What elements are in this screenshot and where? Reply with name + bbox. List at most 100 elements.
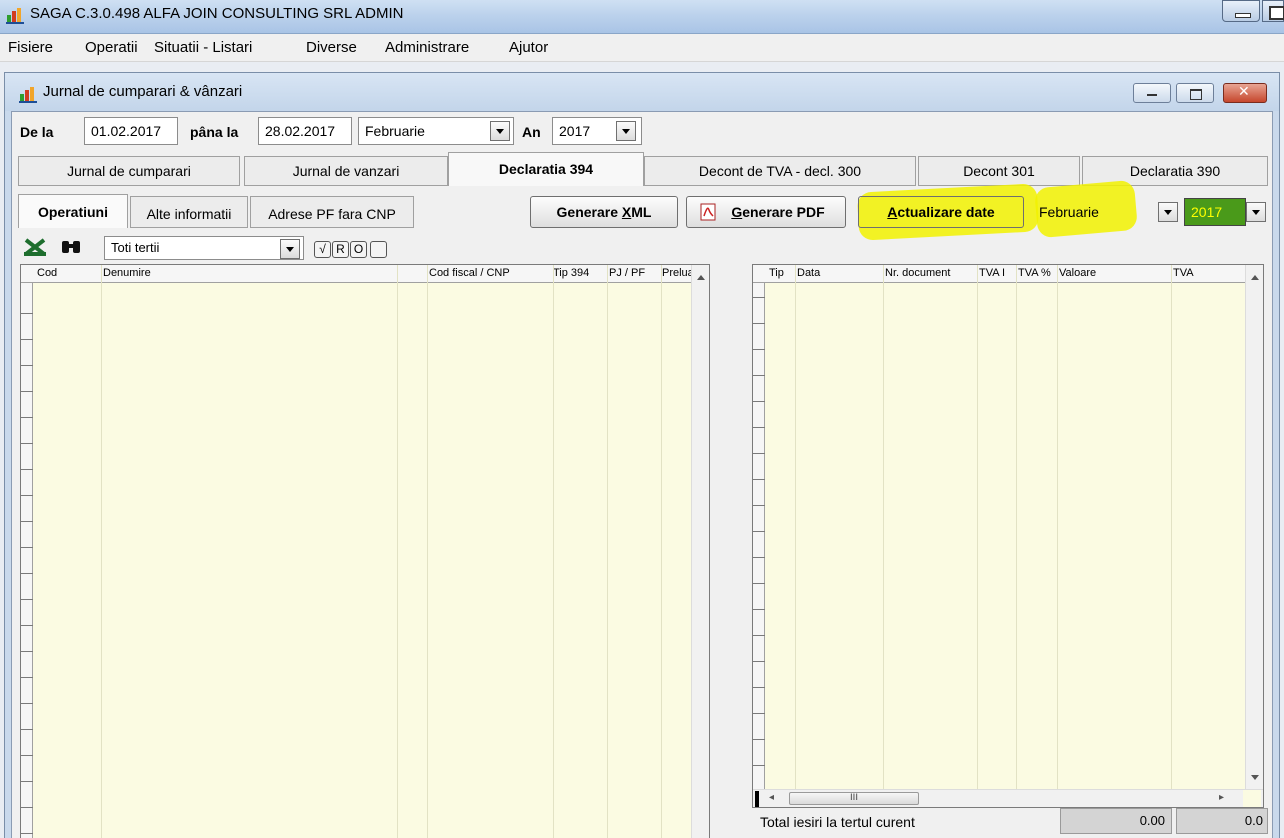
col-denumire[interactable]: Denumire [103,267,151,279]
col-divider [427,265,428,838]
col-divider [101,265,102,838]
app-minimize-button[interactable] [1222,0,1260,22]
documents-row-indicator [753,283,765,789]
action-month-arrow-icon[interactable] [1158,202,1178,222]
col-pj-pf[interactable]: PJ / PF [609,267,645,279]
month-dropdown-arrow-icon[interactable] [490,121,510,141]
actualizare-date-button[interactable]: Actualizare date [858,196,1024,228]
row-tick [21,703,33,704]
subtab-operatiuni[interactable]: Operatiuni [18,194,128,228]
child-close-button[interactable] [1223,83,1267,103]
excel-export-icon[interactable] [24,238,46,256]
row-tick [753,583,765,584]
total-tva-field: 0.0 [1176,808,1268,834]
row-tick [21,547,33,548]
journal-window-titlebar: Jurnal de cumparari & vânzari [5,73,1279,111]
journal-window-body: De la 01.02.2017 pâna la 28.02.2017 Febr… [11,111,1273,838]
generare-pdf-button[interactable]: Generare PDF [686,196,846,228]
pdf-icon [700,203,716,221]
scroll-down-arrow-icon[interactable] [1246,775,1263,785]
col-divider [1057,265,1058,807]
col-divider [553,265,554,838]
action-month-value: Februarie [1039,204,1099,220]
row-tick [753,349,765,350]
row-tick [753,323,765,324]
child-maximize-button[interactable] [1176,83,1214,103]
row-tick [21,313,33,314]
check-filter-button[interactable]: √ [314,241,331,258]
to-date-field[interactable]: 28.02.2017 [258,117,352,145]
tertii-select[interactable]: Toti tertii [104,236,304,260]
app-title: SAGA C.3.0.498 ALFA JOIN CONSULTING SRL … [30,5,404,22]
year-dropdown-arrow-icon[interactable] [616,121,636,141]
row-tick [753,505,765,506]
action-year-select[interactable]: 2017 [1184,198,1246,226]
tab-jurnal-vanzari[interactable]: Jurnal de vanzari [244,156,448,186]
blank-filter-button[interactable] [370,241,387,258]
scroll-up-arrow-icon[interactable] [692,265,709,283]
menu-diverse[interactable]: Diverse [306,39,357,56]
tertii-arrow-icon[interactable] [280,239,300,259]
col-cod-fiscal[interactable]: Cod fiscal / CNP [429,267,510,279]
tab-decont-301[interactable]: Decont 301 [918,156,1080,186]
app-chart-icon [6,8,24,24]
col-data[interactable]: Data [797,267,820,279]
action-year-arrow-icon[interactable] [1246,202,1266,222]
child-minimize-button[interactable] [1133,83,1171,103]
col-nr-document[interactable]: Nr. document [885,267,950,279]
tab-jurnal-cumparari[interactable]: Jurnal de cumparari [18,156,240,186]
total-iesiri-label: Total iesiri la tertul curent [760,814,915,830]
journal-chart-icon [19,87,37,103]
app-maximize-button[interactable] [1262,0,1284,22]
hscroll-marker [755,791,759,807]
menu-situatii-listari[interactable]: Situatii - Listari [154,39,252,56]
col-tva[interactable]: TVA [1173,267,1194,279]
documents-hscroll[interactable]: ◂ III ▸ [753,789,1263,807]
documents-grid[interactable]: Tip Data Nr. document TVA I TVA % Valoar… [752,264,1264,808]
scroll-right-arrow-icon[interactable]: ▸ [1219,792,1224,803]
menu-operatii[interactable]: Operatii [85,39,138,56]
col-tva-i[interactable]: TVA I [979,267,1005,279]
row-tick [21,599,33,600]
tertii-grid[interactable]: Cod Denumire Cod fiscal / CNP Tip 394 PJ… [20,264,710,838]
tertii-vscroll[interactable] [691,265,709,838]
row-tick [21,495,33,496]
menu-administrare[interactable]: Administrare [385,39,469,56]
from-date-field[interactable]: 01.02.2017 [84,117,178,145]
col-tip-394[interactable]: Tip 394 [553,267,589,279]
row-tick [753,401,765,402]
subtab-adrese-pf[interactable]: Adrese PF fara CNP [250,196,414,228]
row-tick [21,807,33,808]
tertii-select-value: Toti tertii [111,240,160,255]
month-select-value: Februarie [365,123,425,139]
binoculars-search-icon[interactable] [60,238,82,256]
scroll-left-arrow-icon[interactable]: ◂ [769,792,774,803]
col-divider [883,265,884,807]
action-month-select[interactable]: Februarie [1032,198,1162,226]
scroll-up-arrow-icon[interactable] [1246,265,1263,283]
row-tick [21,729,33,730]
menu-ajutor[interactable]: Ajutor [509,39,548,56]
col-cod[interactable]: Cod [37,267,57,279]
hscroll-thumb[interactable]: III [789,792,919,805]
subtab-alte-informatii[interactable]: Alte informatii [130,196,248,228]
r-filter-button[interactable]: R [332,241,349,258]
row-tick [753,609,765,610]
journal-window: Jurnal de cumparari & vânzari De la 01.0… [4,72,1280,838]
row-tick [21,443,33,444]
menu-fisiere[interactable]: Fisiere [8,39,53,56]
col-tip[interactable]: Tip [769,267,784,279]
journal-window-title: Jurnal de cumparari & vânzari [43,83,243,100]
generare-xml-button[interactable]: Generare XML [530,196,678,228]
row-tick [753,531,765,532]
row-tick [21,781,33,782]
tertii-row-indicator [21,283,33,838]
tab-declaratia-394[interactable]: Declaratia 394 [448,152,644,186]
documents-vscroll[interactable] [1245,265,1263,789]
col-tva-percent[interactable]: TVA % [1018,267,1051,279]
row-tick [21,625,33,626]
col-valoare[interactable]: Valoare [1059,267,1096,279]
o-filter-button[interactable]: O [350,241,367,258]
tab-decont-tva-300[interactable]: Decont de TVA - decl. 300 [644,156,916,186]
hscroll-grip: III [850,793,858,803]
